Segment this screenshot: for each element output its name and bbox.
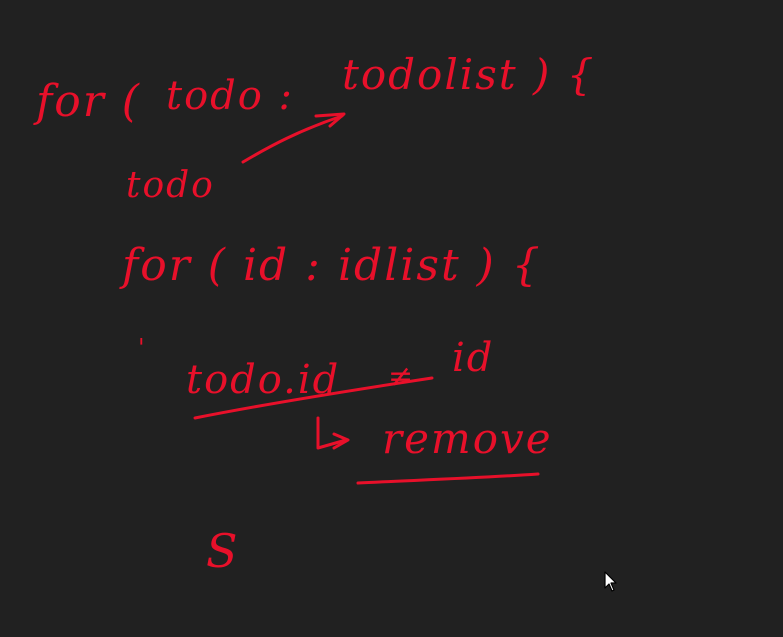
arrow-pointer-icon bbox=[604, 571, 617, 592]
note-todo-var: todo : bbox=[166, 73, 295, 119]
note-id: id bbox=[452, 335, 495, 381]
branch-arrow-head bbox=[332, 432, 350, 450]
note-for-keyword: for ( bbox=[36, 76, 141, 127]
arrow-stroke bbox=[241, 114, 344, 164]
note-todo-label: todo bbox=[126, 165, 215, 206]
note-tick-mark: ' bbox=[138, 334, 147, 362]
branch-arrow bbox=[316, 416, 348, 450]
note-todolist: todolist ) { bbox=[342, 50, 596, 99]
note-not-equal: ≠ bbox=[388, 359, 416, 394]
underline-remove bbox=[356, 472, 540, 485]
note-closing-brace: S bbox=[206, 524, 240, 578]
note-inner-for: for ( id : idlist ) { bbox=[122, 240, 542, 291]
whiteboard-canvas[interactable]: for ( todo : todolist ) { todo for ( id … bbox=[0, 0, 783, 637]
note-remove: remove bbox=[382, 414, 553, 463]
note-todo-id: todo.id bbox=[186, 357, 341, 403]
arrow-head bbox=[314, 112, 346, 128]
